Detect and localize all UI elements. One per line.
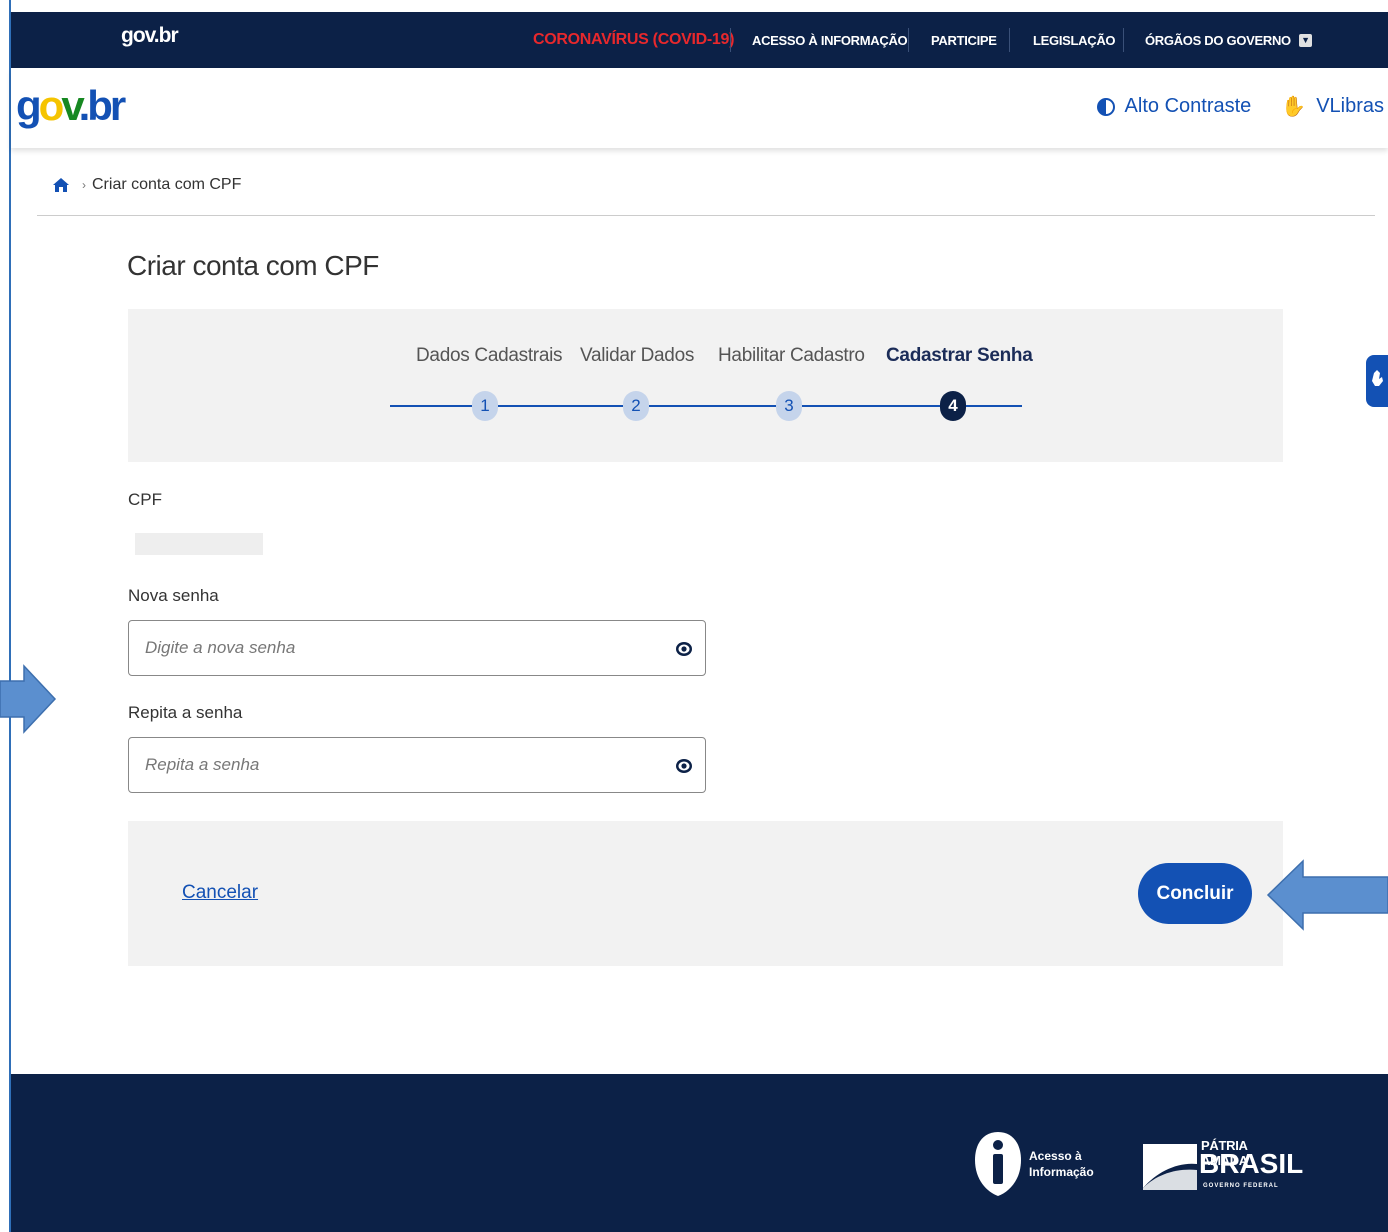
- header-tools: Alto Contraste ✋ VLibras: [1096, 94, 1384, 119]
- hand-icon: ✋: [1281, 96, 1307, 118]
- new-password-label: Nova senha: [128, 586, 219, 605]
- access-to-information-label: Acesso à Informação: [1029, 1149, 1094, 1179]
- step-label-dados-cadastrais: Dados Cadastrais: [416, 345, 563, 366]
- nav-divider: [730, 28, 731, 52]
- high-contrast-button[interactable]: Alto Contraste: [1125, 95, 1252, 118]
- page-title: Criar conta com CPF: [127, 250, 379, 281]
- nav-divider: [1009, 28, 1010, 52]
- nav-divider: [908, 28, 909, 52]
- concluir-button[interactable]: Concluir: [1138, 863, 1252, 924]
- step-label-cadastrar-senha: Cadastrar Senha: [886, 345, 1033, 366]
- vlibras-button[interactable]: VLibras: [1316, 95, 1384, 118]
- chevron-down-icon: ▼: [1298, 33, 1312, 47]
- cpf-value-redacted: [135, 533, 263, 555]
- contrast-icon: [1096, 97, 1115, 116]
- breadcrumb-current: Criar conta com CPF: [92, 176, 242, 193]
- step-label-validar-dados: Validar Dados: [580, 345, 695, 366]
- nav-covid[interactable]: CORONAVÍRUS (COVID-19): [533, 12, 734, 68]
- nav-legislacao[interactable]: LEGISLAÇÃO: [1033, 12, 1116, 68]
- step-4[interactable]: 4: [940, 391, 966, 421]
- arrow-right-icon: [0, 664, 57, 734]
- divider: [37, 215, 1375, 216]
- eye-icon[interactable]: [675, 757, 693, 775]
- government-top-bar: gov.br CORONAVÍRUS (COVID-19) ACESSO À I…: [11, 12, 1388, 68]
- form-actions: Cancelar Concluir: [128, 821, 1283, 966]
- flag-wave-icon: [1143, 1144, 1197, 1190]
- stepper: Dados Cadastrais Validar Dados Habilitar…: [128, 309, 1283, 462]
- arrow-left-icon: [1266, 859, 1388, 931]
- repeat-password-field[interactable]: Repita a senha: [128, 737, 706, 793]
- new-password-placeholder: Digite a nova senha: [145, 638, 296, 657]
- breadcrumb: › Criar conta com CPF: [52, 176, 241, 194]
- site-header: gov.br Alto Contraste ✋ VLibras: [11, 68, 1388, 148]
- new-password-field[interactable]: Digite a nova senha: [128, 620, 706, 676]
- cancel-link[interactable]: Cancelar: [182, 882, 258, 904]
- breadcrumb-separator: ›: [82, 178, 86, 192]
- step-3[interactable]: 3: [776, 391, 802, 421]
- site-footer: Acesso à Informação PÁTRIA AMADA BRASIL …: [11, 1074, 1388, 1232]
- info-icon[interactable]: [973, 1130, 1023, 1198]
- left-border: [9, 0, 11, 1232]
- vlibras-widget[interactable]: [1366, 355, 1388, 407]
- nav-government-bodies[interactable]: ÓRGÃOS DO GOVERNO ▼: [1145, 12, 1312, 68]
- hand-icon: [1372, 370, 1383, 386]
- home-icon[interactable]: [52, 177, 70, 193]
- step-1[interactable]: 1: [472, 391, 498, 421]
- govbr-logo[interactable]: gov.br: [16, 82, 126, 130]
- cpf-label: CPF: [128, 490, 162, 509]
- nav-divider: [1123, 28, 1124, 52]
- patria-amada-brasil-logo[interactable]: PÁTRIA AMADA BRASIL GOVERNO FEDERAL: [1143, 1138, 1303, 1194]
- nav-access-information[interactable]: ACESSO À INFORMAÇÃO: [752, 12, 908, 68]
- gov-bar-logo[interactable]: gov.br: [121, 24, 179, 48]
- step-label-habilitar-cadastro: Habilitar Cadastro: [718, 345, 865, 366]
- eye-icon[interactable]: [675, 640, 693, 658]
- repeat-password-placeholder: Repita a senha: [145, 755, 260, 774]
- step-2[interactable]: 2: [623, 391, 649, 421]
- nav-participe[interactable]: PARTICIPE: [931, 12, 997, 68]
- nav-government-bodies-label: ÓRGÃOS DO GOVERNO: [1145, 32, 1291, 48]
- repeat-password-label: Repita a senha: [128, 703, 243, 722]
